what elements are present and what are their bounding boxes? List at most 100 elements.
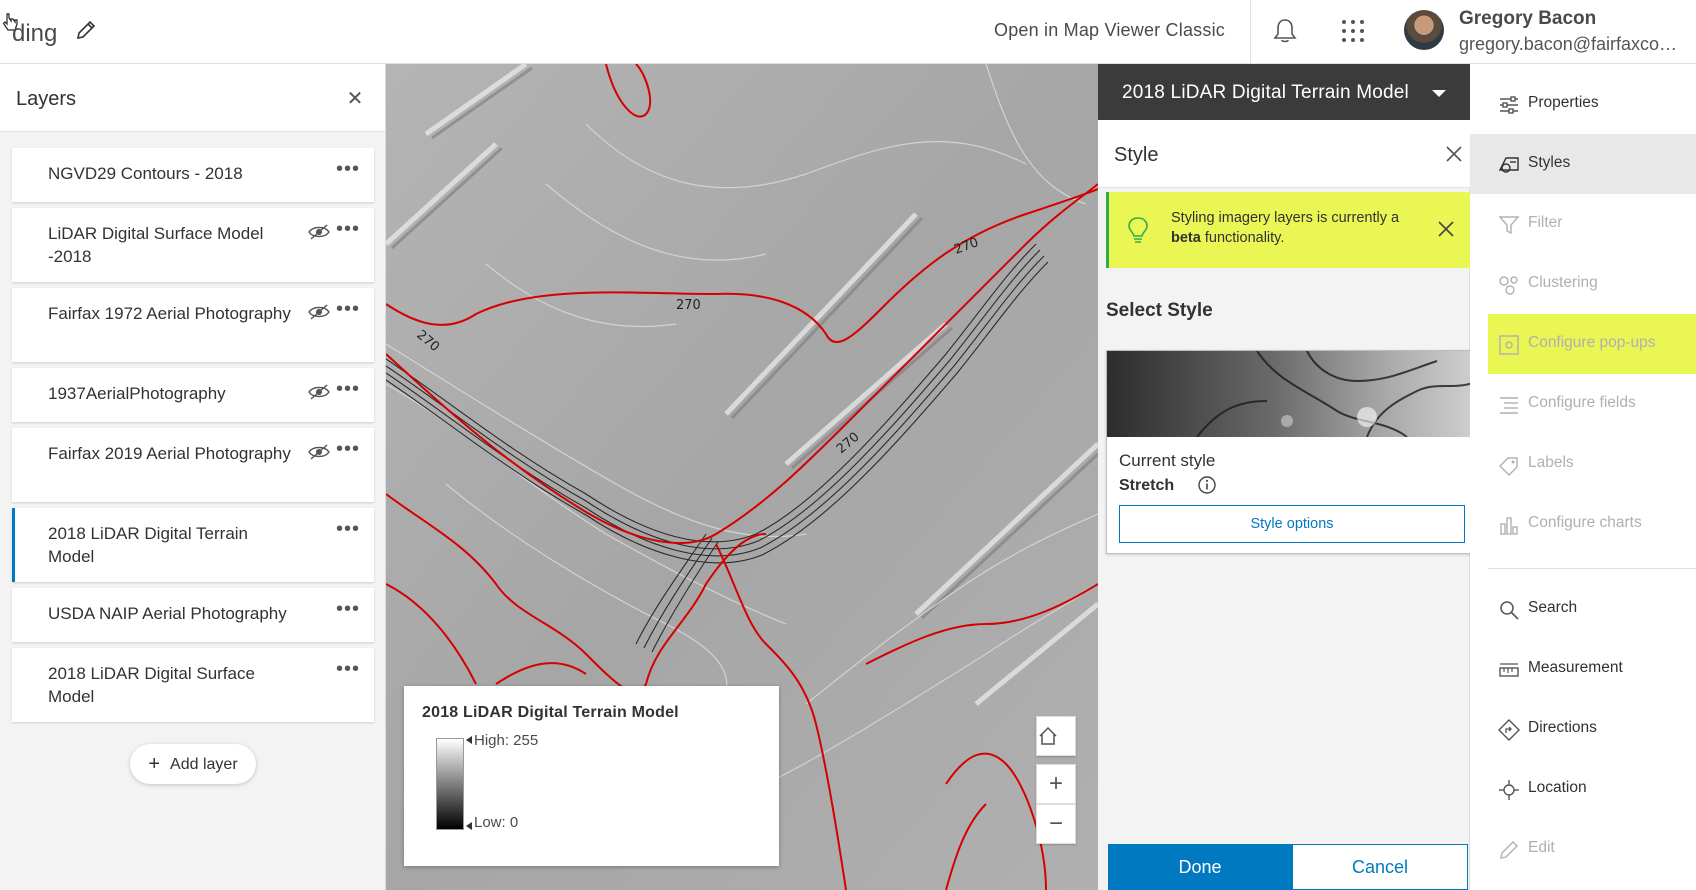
measurement-icon — [1499, 663, 1519, 677]
bell-icon[interactable] — [1270, 16, 1300, 46]
layer-name: 2018 LiDAR Digital Surface Model — [48, 664, 255, 706]
legend-tick-low — [466, 822, 472, 830]
visibility-eye-icon[interactable] — [308, 304, 330, 320]
layer-item[interactable]: USDA NAIP Aerial Photography ••• — [12, 588, 374, 642]
dismiss-notice-icon[interactable] — [1435, 218, 1457, 240]
tool-label: Configure charts — [1528, 514, 1642, 531]
tool-directions[interactable]: Directions — [1470, 699, 1696, 759]
open-classic-link[interactable]: Open in Map Viewer Classic — [994, 20, 1225, 41]
directions-icon — [1498, 719, 1520, 741]
tool-configure-fields[interactable]: Configure fields — [1470, 374, 1696, 434]
beta-notice: Styling imagery layers is currently a be… — [1106, 192, 1474, 268]
tool-label: Clustering — [1528, 274, 1598, 291]
tool-label: Edit — [1528, 839, 1555, 856]
more-options-icon[interactable]: ••• — [336, 378, 362, 400]
tool-label: Styles — [1528, 154, 1571, 171]
popup-icon — [1499, 335, 1519, 355]
tool-labels[interactable]: Labels — [1470, 434, 1696, 494]
layer-item[interactable]: 2018 LiDAR Digital Surface Model ••• — [12, 648, 374, 722]
map-view[interactable]: 270 270 270 270 2018 LiDAR Digital Terra… — [386, 64, 1098, 890]
done-button[interactable]: Done — [1108, 844, 1292, 890]
app-header: ding Open in Map Viewer Classic Gregory … — [0, 0, 1696, 64]
close-icon[interactable]: ✕ — [344, 88, 366, 110]
style-panel: 2018 LiDAR Digital Terrain Model Style S… — [1098, 64, 1478, 890]
fields-icon — [1500, 397, 1518, 414]
more-options-icon[interactable]: ••• — [336, 518, 362, 540]
home-icon — [1039, 726, 1057, 745]
tool-configure-popups[interactable]: Configure pop-ups — [1488, 314, 1696, 374]
style-options-button[interactable]: Style options — [1119, 505, 1465, 543]
layer-item[interactable]: Fairfax 2019 Aerial Photography ••• — [12, 428, 374, 502]
info-icon[interactable] — [1197, 475, 1217, 495]
tool-measurement[interactable]: Measurement — [1470, 639, 1696, 699]
user-email: gregory.bacon@fairfaxcounty.gov — [1459, 34, 1685, 54]
home-button[interactable] — [1036, 716, 1076, 756]
visibility-eye-icon[interactable] — [308, 444, 330, 460]
layer-item[interactable]: Fairfax 1972 Aerial Photography ••• — [12, 288, 374, 362]
header-divider — [1250, 0, 1251, 64]
layer-item[interactable]: LiDAR Digital Surface Model -2018 ••• — [12, 208, 374, 282]
tool-label: Location — [1528, 779, 1587, 796]
caret-down-icon — [1432, 90, 1446, 97]
user-name[interactable]: Gregory Bacon — [1459, 8, 1596, 30]
tool-label: Filter — [1528, 214, 1563, 231]
layer-name: 2018 LiDAR Digital Terrain Model — [48, 524, 249, 566]
app-launcher-icon[interactable] — [1338, 16, 1368, 46]
layer-selector-dropdown[interactable]: 2018 LiDAR Digital Terrain Model — [1098, 64, 1470, 120]
legend-color-ramp — [436, 738, 464, 830]
visibility-eye-icon[interactable] — [308, 384, 330, 400]
tool-label: Search — [1528, 599, 1578, 616]
more-options-icon[interactable]: ••• — [336, 158, 362, 180]
map-legend: 2018 LiDAR Digital Terrain Model High: 2… — [404, 686, 779, 866]
selected-layer-label: 2018 LiDAR Digital Terrain Model — [1122, 82, 1409, 103]
layer-name: USDA NAIP Aerial Photography — [48, 604, 287, 623]
beta-text-prefix: Styling imagery layers is currently a — [1171, 210, 1400, 226]
zoom-in-button[interactable]: + — [1036, 764, 1076, 804]
beta-text-suffix: functionality. — [1200, 230, 1285, 246]
style-panel-header: Style — [1098, 120, 1470, 188]
tool-configure-charts[interactable]: Configure charts — [1470, 494, 1696, 554]
add-layer-button[interactable]: + Add layer — [130, 744, 256, 784]
beta-notice-text: Styling imagery layers is currently a be… — [1171, 208, 1421, 248]
zoom-out-button[interactable]: − — [1036, 804, 1076, 844]
more-options-icon[interactable]: ••• — [336, 218, 362, 240]
clustering-icon — [1499, 276, 1518, 295]
tool-label: Configure pop-ups — [1528, 334, 1656, 351]
tool-edit[interactable]: Edit — [1470, 819, 1696, 879]
more-options-icon[interactable]: ••• — [336, 658, 362, 680]
style-name: Stretch — [1119, 477, 1175, 494]
pencil-icon[interactable] — [74, 18, 98, 42]
layers-panel-header: Layers ✕ — [0, 64, 385, 132]
styles-icon — [1498, 157, 1519, 173]
add-layer-label: Add layer — [170, 756, 238, 773]
visibility-eye-icon[interactable] — [308, 224, 330, 240]
user-avatar[interactable] — [1404, 10, 1444, 50]
settings-toolbar: Properties Styles Filter Clustering Conf… — [1470, 64, 1696, 890]
tool-styles[interactable]: Styles — [1470, 134, 1696, 194]
tools-divider — [1488, 568, 1696, 569]
properties-icon — [1500, 96, 1518, 114]
close-icon[interactable] — [1442, 142, 1466, 166]
style-panel-title: Style — [1114, 144, 1159, 166]
tool-clustering[interactable]: Clustering — [1470, 254, 1696, 314]
stretch-style-thumbnail — [1107, 351, 1477, 437]
plus-icon: + — [148, 753, 161, 775]
more-options-icon[interactable]: ••• — [336, 298, 362, 320]
beta-text-bold: beta — [1171, 230, 1201, 246]
layer-item[interactable]: 1937AerialPhotography ••• — [12, 368, 374, 422]
layer-name: Fairfax 2019 Aerial Photography — [48, 444, 291, 463]
location-icon — [1499, 780, 1519, 800]
more-options-icon[interactable]: ••• — [336, 598, 362, 620]
tool-properties[interactable]: Properties — [1470, 74, 1696, 134]
legend-tick-high — [466, 736, 472, 744]
layer-item[interactable]: NGVD29 Contours - 2018 ••• — [12, 148, 374, 202]
tool-location[interactable]: Location — [1470, 759, 1696, 819]
cancel-button[interactable]: Cancel — [1292, 844, 1468, 890]
layer-item-selected[interactable]: 2018 LiDAR Digital Terrain Model ••• — [12, 508, 374, 582]
current-style-card: Current style Stretch Style options — [1106, 350, 1478, 554]
tool-search[interactable]: Search — [1470, 579, 1696, 639]
layer-name: 1937AerialPhotography — [48, 384, 226, 403]
tool-filter[interactable]: Filter — [1470, 194, 1696, 254]
layer-name: NGVD29 Contours - 2018 — [48, 164, 243, 183]
more-options-icon[interactable]: ••• — [336, 438, 362, 460]
